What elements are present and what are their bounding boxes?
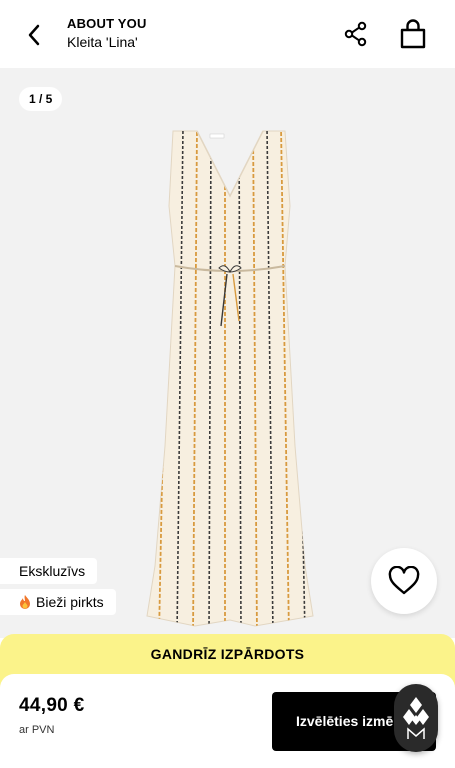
product-image-gallery[interactable]: 1 / 5 Ekskluzīvs Bieži pirkts <box>0 68 455 638</box>
vat-note: ar PVN <box>19 724 55 736</box>
heart-icon <box>388 566 420 595</box>
exclusive-badge: Ekskluzīvs <box>0 558 98 584</box>
exclusive-badge-label: Ekskluzīvs <box>19 563 86 579</box>
product-title: Kleita 'Lina' <box>67 34 138 50</box>
fire-icon <box>20 595 30 609</box>
image-counter: 1 / 5 <box>19 87 63 111</box>
chevron-left-icon <box>28 24 40 46</box>
product-image <box>146 130 314 627</box>
back-button[interactable] <box>20 20 48 50</box>
popular-badge: Bieži pirkts <box>0 589 116 615</box>
select-size-label: Izvēlēties izmē <box>296 713 394 729</box>
share-icon <box>344 21 367 47</box>
app-header: ABOUT YOU Kleita 'Lina' <box>0 0 455 68</box>
wishlist-button[interactable] <box>371 548 437 614</box>
share-button[interactable] <box>342 20 370 48</box>
shopping-bag-button[interactable] <box>398 18 428 50</box>
diamond-logo-icon <box>403 697 429 739</box>
stock-status-label: GANDRĪZ IZPĀRDOTS <box>150 646 305 662</box>
purchase-bar: 44,90 € ar PVN Izvēlēties izmē <box>0 674 455 768</box>
popular-badge-label: Bieži pirkts <box>36 594 104 610</box>
header-titles: ABOUT YOU Kleita 'Lina' <box>67 16 147 51</box>
product-price: 44,90 € <box>19 695 85 716</box>
brand-name: ABOUT YOU <box>67 16 147 31</box>
floating-assistant-button[interactable] <box>394 684 438 752</box>
shopping-bag-icon <box>400 19 426 49</box>
